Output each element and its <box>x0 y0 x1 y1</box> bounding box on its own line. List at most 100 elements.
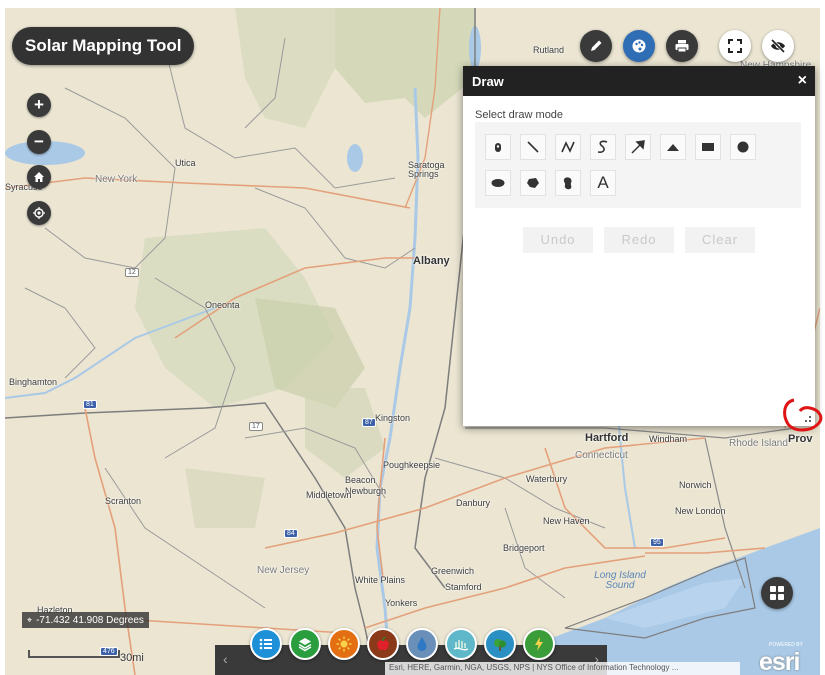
state-label: Rhode Island <box>729 438 788 449</box>
draw-polygon-button[interactable] <box>520 170 546 196</box>
dock-widget-energy[interactable] <box>523 628 555 660</box>
place-label: Beacon <box>345 475 376 485</box>
place-label: Norwich <box>679 480 712 490</box>
place-label: Danbury <box>456 498 491 508</box>
map-attribution: Esri, HERE, Garmin, NGA, USGS, NPS | NYS… <box>385 662 740 675</box>
close-button[interactable]: × <box>798 72 807 90</box>
list-icon <box>259 638 272 650</box>
print-button[interactable] <box>666 30 698 62</box>
place-label: Albany <box>413 255 450 267</box>
highway-shield: 81 <box>83 400 97 409</box>
lightning-icon <box>535 637 543 651</box>
place-label: Stamford <box>445 582 482 592</box>
draw-tool-button[interactable] <box>580 30 612 62</box>
place-label: Middletown <box>306 490 352 500</box>
place-label: Hartford <box>585 432 629 444</box>
undo-button[interactable]: Undo <box>523 227 593 253</box>
dock-prev-button[interactable]: ‹ <box>223 651 228 667</box>
draw-ellipse-button[interactable] <box>485 170 511 196</box>
place-label: Windham <box>649 434 688 444</box>
point-icon <box>495 143 501 152</box>
triangle-icon <box>667 144 679 151</box>
draw-freehand-polygon-button[interactable] <box>555 170 581 196</box>
highway-shield: 95 <box>650 538 664 547</box>
home-icon <box>34 172 44 182</box>
redo-button[interactable]: Redo <box>604 227 674 253</box>
polyline-icon <box>561 141 575 153</box>
place-label: Oneonta <box>205 300 240 310</box>
freehand-polyline-icon <box>597 140 608 153</box>
zoom-in-button[interactable]: + <box>27 93 51 117</box>
clear-button[interactable]: Clear <box>685 227 755 253</box>
locate-icon <box>33 207 45 219</box>
place-label: New London <box>675 506 726 516</box>
water-drop-icon <box>417 637 427 651</box>
place-label: Binghamton <box>9 377 58 387</box>
dock-widget-wetlands[interactable] <box>445 628 477 660</box>
apple-icon <box>377 636 389 651</box>
ellipse-icon <box>491 179 505 187</box>
place-label: Utica <box>175 158 196 168</box>
place-label: Waterbury <box>526 474 568 484</box>
place-label: Yonkers <box>385 598 418 608</box>
freehand-polygon-icon <box>563 177 572 190</box>
dock-widget-agriculture[interactable] <box>367 628 399 660</box>
draw-polyline-button[interactable] <box>555 134 581 160</box>
scale-bar <box>28 650 120 658</box>
highway-shield: 84 <box>284 529 298 538</box>
dock-widget-solar[interactable] <box>328 628 360 660</box>
palette-icon <box>632 39 646 53</box>
draw-text-button[interactable]: A <box>590 170 616 196</box>
widget-grid-button[interactable] <box>761 577 793 609</box>
locate-button[interactable] <box>27 201 51 225</box>
state-label: New York <box>95 174 138 185</box>
red-circle-annotation <box>783 398 823 432</box>
screen: Utica Saratoga Springs New York Syracuse… <box>0 0 825 675</box>
dock-widget-water[interactable] <box>406 628 438 660</box>
draw-panel: Draw × Select draw mode A Undo Redo Clea… <box>463 66 815 426</box>
place-label: Scranton <box>105 496 142 506</box>
line-icon <box>527 141 539 153</box>
draw-freehand-polyline-button[interactable] <box>590 134 616 160</box>
draw-rectangle-button[interactable] <box>695 134 721 160</box>
draw-arrow-button[interactable] <box>625 134 651 160</box>
place-label: Kingston <box>375 413 411 423</box>
place-label: White Plains <box>355 575 406 585</box>
draw-triangle-button[interactable] <box>660 134 686 160</box>
highway-shield: 87 <box>362 418 376 427</box>
place-label: Greenwich <box>431 566 475 576</box>
draw-panel-header: Draw × <box>463 66 815 96</box>
resize-grip-icon <box>805 416 811 422</box>
rectangle-icon <box>702 143 714 151</box>
resize-handle[interactable] <box>804 415 812 425</box>
highway-shield: 17 <box>249 422 263 431</box>
coordinate-readout[interactable]: ⌖ -71.432 41.908 Degrees <box>22 612 149 628</box>
tree-icon <box>494 639 506 651</box>
draw-circle-button[interactable] <box>730 134 756 160</box>
place-label: Rutland <box>533 45 565 55</box>
home-button[interactable] <box>27 165 51 189</box>
app-title: Solar Mapping Tool <box>12 27 195 65</box>
water-label: Long Island Sound <box>594 570 646 591</box>
place-label: Poughkeepsie <box>383 460 441 470</box>
palette-button[interactable] <box>623 30 655 62</box>
dock-widget-forest[interactable] <box>484 628 516 660</box>
text-icon: A <box>597 173 609 192</box>
draw-tool-grid: A <box>475 122 801 208</box>
dock-widget-layers[interactable] <box>289 628 321 660</box>
zoom-out-button[interactable]: − <box>27 130 51 154</box>
hide-toggle-button[interactable] <box>762 30 794 62</box>
draw-line-button[interactable] <box>520 134 546 160</box>
draw-panel-title: Draw <box>472 74 504 89</box>
pencil-icon <box>591 40 602 51</box>
dock-widget-list[interactable] <box>250 628 282 660</box>
layers-icon <box>298 638 312 652</box>
fullscreen-button[interactable] <box>719 30 751 62</box>
highway-shield: 12 <box>125 268 139 277</box>
place-label: Saratoga Springs <box>408 160 445 179</box>
eye-off-icon <box>770 38 786 54</box>
circle-icon <box>737 141 749 153</box>
coordinate-text: -71.432 41.908 Degrees <box>36 615 144 626</box>
draw-point-button[interactable] <box>485 134 511 160</box>
esri-logo[interactable]: POWERED BY esri <box>757 642 813 675</box>
